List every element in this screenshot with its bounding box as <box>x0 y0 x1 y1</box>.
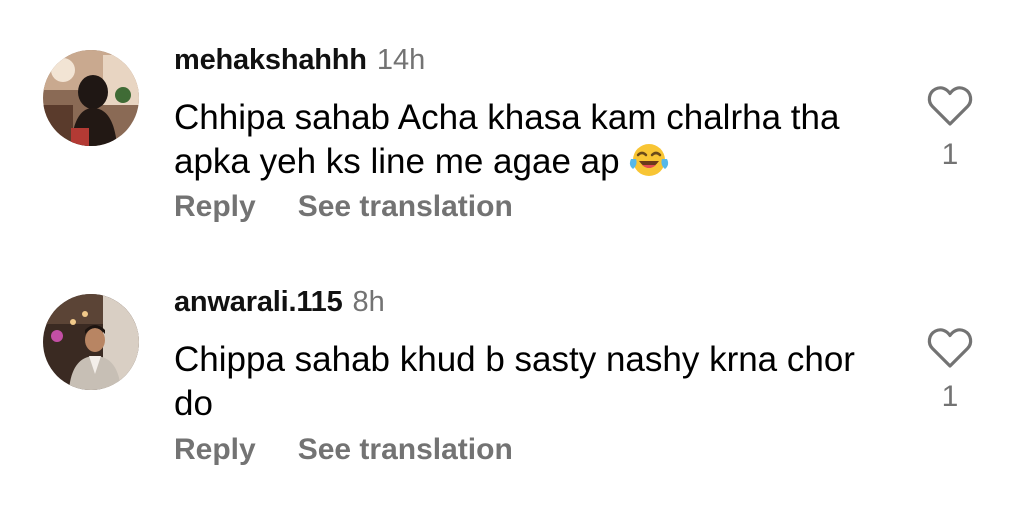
comment-actions: Reply See translation <box>174 190 513 224</box>
comment-actions: Reply See translation <box>174 433 513 467</box>
heart-outline-icon[interactable] <box>926 84 974 128</box>
comment-text: Chhipa sahab Acha khasa kam chalrha tha … <box>174 98 840 181</box>
like-count: 1 <box>941 380 959 413</box>
like-section: 1 <box>926 84 974 172</box>
see-translation-button[interactable]: See translation <box>298 433 513 466</box>
timestamp: 8h <box>352 286 385 318</box>
like-count: 1 <box>941 138 959 171</box>
comment-text: Chippa sahab khud b sasty nashy krna cho… <box>174 340 855 423</box>
avatar[interactable] <box>43 50 139 146</box>
reply-button[interactable]: Reply <box>174 433 256 466</box>
comment-header: anwarali.115 8h <box>174 286 385 319</box>
timestamp: 14h <box>376 44 426 76</box>
comment-text-block: Chippa sahab khud b sasty nashy krna cho… <box>174 338 874 426</box>
see-translation-button[interactable]: See translation <box>298 190 513 223</box>
username[interactable]: anwarali.115 <box>174 286 343 318</box>
comment-header: mehakshahhh 14h <box>174 44 425 77</box>
avatar[interactable] <box>43 294 139 390</box>
comment-text-block: Chhipa sahab Acha khasa kam chalrha tha … <box>174 96 874 190</box>
heart-outline-icon[interactable] <box>926 326 974 370</box>
like-section: 1 <box>926 326 974 414</box>
username[interactable]: mehakshahhh <box>174 44 367 76</box>
face-with-tears-of-joy-icon <box>628 141 670 190</box>
reply-button[interactable]: Reply <box>174 190 256 223</box>
